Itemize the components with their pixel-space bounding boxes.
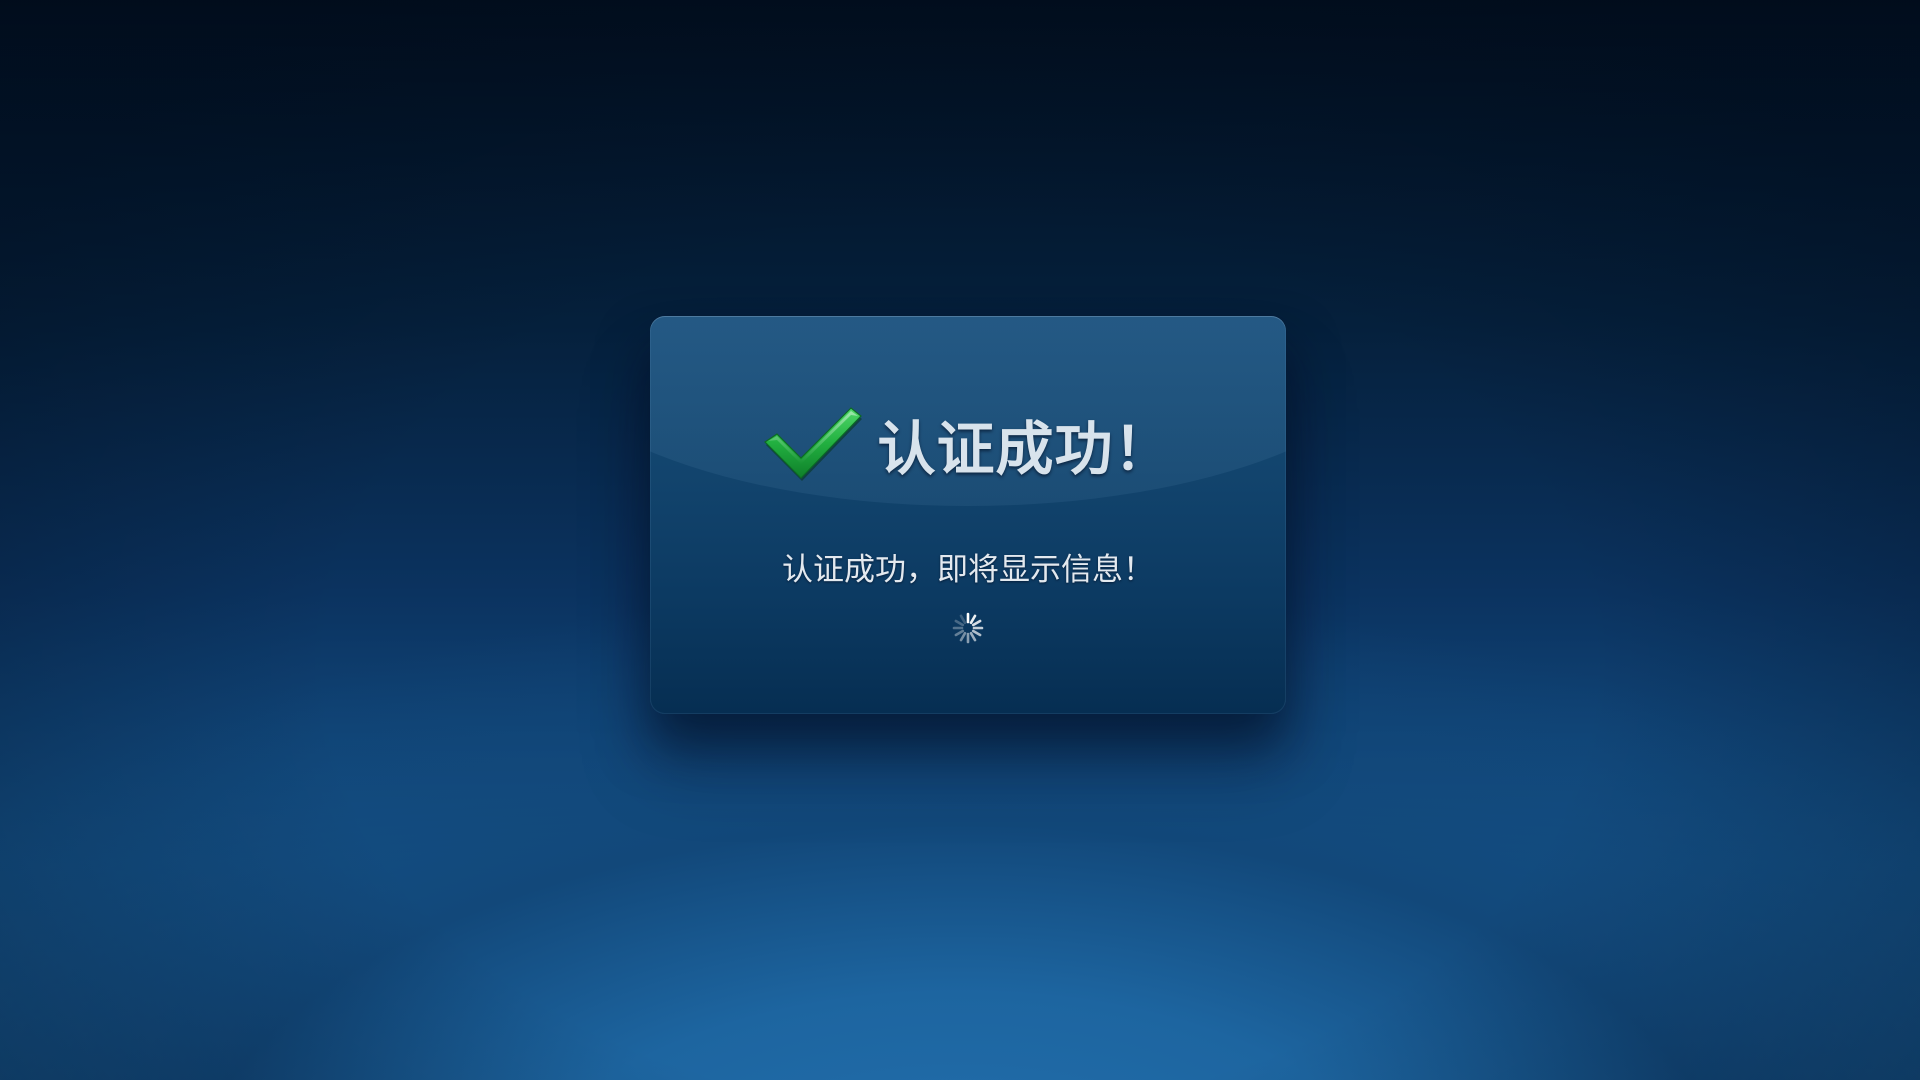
auth-success-dialog: 认证成功！ 认证成功，即将显示信息！ bbox=[650, 316, 1286, 714]
dialog-header: 认证成功！ bbox=[650, 406, 1286, 483]
check-icon bbox=[764, 407, 863, 481]
spinner-icon bbox=[952, 612, 984, 644]
dialog-title: 认证成功！ bbox=[877, 415, 1173, 483]
dialog-message: 认证成功，即将显示信息！ bbox=[782, 552, 1154, 588]
